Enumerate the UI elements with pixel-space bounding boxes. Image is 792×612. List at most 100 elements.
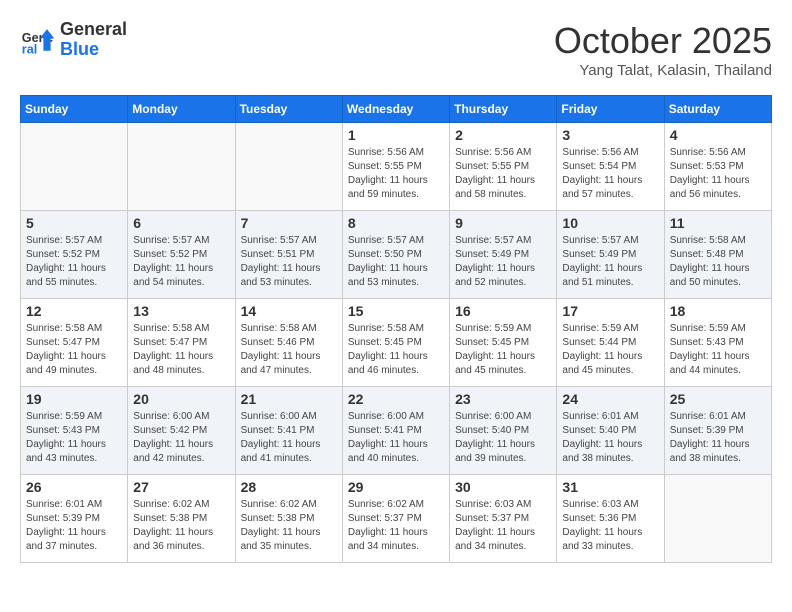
calendar-day xyxy=(128,123,235,211)
calendar-day xyxy=(664,475,771,563)
logo: Gene ral General Blue xyxy=(20,20,127,60)
calendar-day: 29Sunrise: 6:02 AM Sunset: 5:37 PM Dayli… xyxy=(342,475,449,563)
day-info: Sunrise: 5:57 AM Sunset: 5:49 PM Dayligh… xyxy=(562,234,658,290)
calendar-day: 28 Sunrise: 6:02 AM Sunset: 5:38 PM Dayli… xyxy=(235,475,342,563)
calendar-header-row: SundayMondayTuesdayWednesdayThursdayFrid… xyxy=(21,96,772,123)
day-number: 7 xyxy=(241,215,337,231)
logo-icon: Gene ral xyxy=(20,22,56,58)
day-info: Sunrise: 6:00 AM Sunset: 5:41 PM Dayligh… xyxy=(241,410,337,466)
calendar-day: 6 Sunrise: 5:57 AM Sunset: 5:52 PM Daylig… xyxy=(128,211,235,299)
calendar-week-row: 5 Sunrise: 5:57 AM Sunset: 5:52 PM Daylig… xyxy=(21,211,772,299)
calendar: SundayMondayTuesdayWednesdayThursdayFrid… xyxy=(20,95,772,563)
calendar-day: 15 Sunrise: 5:58 AM Sunset: 5:45 PM Dayli… xyxy=(342,299,449,387)
day-number: 1 xyxy=(348,127,444,143)
day-number: 5 xyxy=(26,215,122,231)
title-area: October 2025 Yang Talat, Kalasin, Thaila… xyxy=(554,20,772,79)
day-info: Sunrise: 5:57 AM Sunset: 5:52 PM Dayligh… xyxy=(133,234,229,290)
day-number: 29 xyxy=(348,479,444,495)
location: Yang Talat, Kalasin, Thailand xyxy=(554,62,772,79)
day-number: 22 xyxy=(348,391,444,407)
weekday-header: Friday xyxy=(557,96,664,123)
day-number: 23 xyxy=(455,391,551,407)
weekday-header: Tuesday xyxy=(235,96,342,123)
calendar-day: 11Sunrise: 5:58 AM Sunset: 5:48 PM Dayli… xyxy=(664,211,771,299)
day-info: Sunrise: 5:56 AM Sunset: 5:53 PM Dayligh… xyxy=(670,146,766,202)
svg-text:ral: ral xyxy=(22,42,37,56)
calendar-day: 19 Sunrise: 5:59 AM Sunset: 5:43 PM Dayli… xyxy=(21,387,128,475)
calendar-day: 3Sunrise: 5:56 AM Sunset: 5:54 PM Daylig… xyxy=(557,123,664,211)
calendar-day xyxy=(21,123,128,211)
day-info: Sunrise: 5:56 AM Sunset: 5:55 PM Dayligh… xyxy=(348,146,444,202)
day-number: 25 xyxy=(670,391,766,407)
calendar-day: 7Sunrise: 5:57 AM Sunset: 5:51 PM Daylig… xyxy=(235,211,342,299)
day-info: Sunrise: 5:59 AM Sunset: 5:45 PM Dayligh… xyxy=(455,322,551,378)
day-info: Sunrise: 5:58 AM Sunset: 5:48 PM Dayligh… xyxy=(670,234,766,290)
day-number: 18 xyxy=(670,303,766,319)
day-info: Sunrise: 6:01 AM Sunset: 5:39 PM Dayligh… xyxy=(670,410,766,466)
calendar-week-row: 12Sunrise: 5:58 AM Sunset: 5:47 PM Dayli… xyxy=(21,299,772,387)
calendar-day: 25 Sunrise: 6:01 AM Sunset: 5:39 PM Dayli… xyxy=(664,387,771,475)
calendar-day: 9 Sunrise: 5:57 AM Sunset: 5:49 PM Daylig… xyxy=(450,211,557,299)
day-info: Sunrise: 6:00 AM Sunset: 5:42 PM Dayligh… xyxy=(133,410,229,466)
calendar-week-row: 26Sunrise: 6:01 AM Sunset: 5:39 PM Dayli… xyxy=(21,475,772,563)
day-number: 14 xyxy=(241,303,337,319)
calendar-day: 16Sunrise: 5:59 AM Sunset: 5:45 PM Dayli… xyxy=(450,299,557,387)
calendar-day: 5 Sunrise: 5:57 AM Sunset: 5:52 PM Daylig… xyxy=(21,211,128,299)
day-info: Sunrise: 5:56 AM Sunset: 5:54 PM Dayligh… xyxy=(562,146,658,202)
logo-line2: Blue xyxy=(60,40,127,60)
calendar-day: 4 Sunrise: 5:56 AM Sunset: 5:53 PM Daylig… xyxy=(664,123,771,211)
day-number: 30 xyxy=(455,479,551,495)
calendar-week-row: 19 Sunrise: 5:59 AM Sunset: 5:43 PM Dayli… xyxy=(21,387,772,475)
month-title: October 2025 xyxy=(554,20,772,62)
day-info: Sunrise: 5:57 AM Sunset: 5:49 PM Dayligh… xyxy=(455,234,551,290)
day-info: Sunrise: 5:58 AM Sunset: 5:45 PM Dayligh… xyxy=(348,322,444,378)
day-number: 2 xyxy=(455,127,551,143)
logo-line1: General xyxy=(60,20,127,40)
weekday-header: Monday xyxy=(128,96,235,123)
calendar-day: 26Sunrise: 6:01 AM Sunset: 5:39 PM Dayli… xyxy=(21,475,128,563)
calendar-day: 22 Sunrise: 6:00 AM Sunset: 5:41 PM Dayli… xyxy=(342,387,449,475)
day-info: Sunrise: 5:59 AM Sunset: 5:43 PM Dayligh… xyxy=(670,322,766,378)
day-info: Sunrise: 5:57 AM Sunset: 5:50 PM Dayligh… xyxy=(348,234,444,290)
calendar-day: 2 Sunrise: 5:56 AM Sunset: 5:55 PM Daylig… xyxy=(450,123,557,211)
day-info: Sunrise: 5:58 AM Sunset: 5:47 PM Dayligh… xyxy=(26,322,122,378)
day-number: 19 xyxy=(26,391,122,407)
calendar-day: 14 Sunrise: 5:58 AM Sunset: 5:46 PM Dayli… xyxy=(235,299,342,387)
weekday-header: Sunday xyxy=(21,96,128,123)
day-number: 10 xyxy=(562,215,658,231)
calendar-day: 23 Sunrise: 6:00 AM Sunset: 5:40 PM Dayli… xyxy=(450,387,557,475)
calendar-week-row: 1 Sunrise: 5:56 AM Sunset: 5:55 PM Daylig… xyxy=(21,123,772,211)
calendar-day: 21 Sunrise: 6:00 AM Sunset: 5:41 PM Dayli… xyxy=(235,387,342,475)
calendar-day: 31Sunrise: 6:03 AM Sunset: 5:36 PM Dayli… xyxy=(557,475,664,563)
day-number: 21 xyxy=(241,391,337,407)
weekday-header: Wednesday xyxy=(342,96,449,123)
day-info: Sunrise: 5:56 AM Sunset: 5:55 PM Dayligh… xyxy=(455,146,551,202)
calendar-day: 27Sunrise: 6:02 AM Sunset: 5:38 PM Dayli… xyxy=(128,475,235,563)
calendar-day: 17Sunrise: 5:59 AM Sunset: 5:44 PM Dayli… xyxy=(557,299,664,387)
day-info: Sunrise: 5:58 AM Sunset: 5:47 PM Dayligh… xyxy=(133,322,229,378)
day-info: Sunrise: 5:58 AM Sunset: 5:46 PM Dayligh… xyxy=(241,322,337,378)
day-number: 4 xyxy=(670,127,766,143)
calendar-day: 13 Sunrise: 5:58 AM Sunset: 5:47 PM Dayli… xyxy=(128,299,235,387)
calendar-day xyxy=(235,123,342,211)
day-info: Sunrise: 6:02 AM Sunset: 5:38 PM Dayligh… xyxy=(241,498,337,554)
weekday-header: Thursday xyxy=(450,96,557,123)
day-number: 6 xyxy=(133,215,229,231)
day-number: 20 xyxy=(133,391,229,407)
day-number: 13 xyxy=(133,303,229,319)
day-number: 24 xyxy=(562,391,658,407)
calendar-day: 20 Sunrise: 6:00 AM Sunset: 5:42 PM Dayli… xyxy=(128,387,235,475)
day-info: Sunrise: 6:00 AM Sunset: 5:40 PM Dayligh… xyxy=(455,410,551,466)
calendar-day: 10 Sunrise: 5:57 AM Sunset: 5:49 PM Dayli… xyxy=(557,211,664,299)
day-info: Sunrise: 5:57 AM Sunset: 5:52 PM Dayligh… xyxy=(26,234,122,290)
calendar-day: 12Sunrise: 5:58 AM Sunset: 5:47 PM Dayli… xyxy=(21,299,128,387)
day-number: 28 xyxy=(241,479,337,495)
day-info: Sunrise: 5:59 AM Sunset: 5:43 PM Dayligh… xyxy=(26,410,122,466)
day-info: Sunrise: 6:03 AM Sunset: 5:36 PM Dayligh… xyxy=(562,498,658,554)
day-number: 15 xyxy=(348,303,444,319)
calendar-day: 30Sunrise: 6:03 AM Sunset: 5:37 PM Dayli… xyxy=(450,475,557,563)
day-number: 9 xyxy=(455,215,551,231)
calendar-day: 1 Sunrise: 5:56 AM Sunset: 5:55 PM Daylig… xyxy=(342,123,449,211)
day-info: Sunrise: 6:00 AM Sunset: 5:41 PM Dayligh… xyxy=(348,410,444,466)
day-number: 26 xyxy=(26,479,122,495)
